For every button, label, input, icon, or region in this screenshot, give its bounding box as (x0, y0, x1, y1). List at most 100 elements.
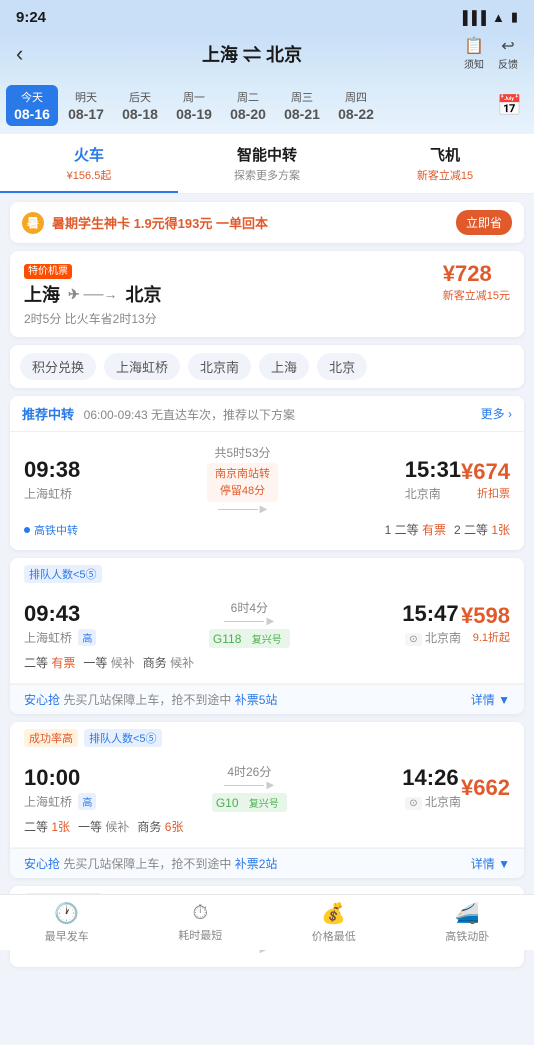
nav-label-3: 高铁动卧 (445, 928, 489, 944)
date-tab-3[interactable]: 周一 08-19 (168, 85, 220, 126)
transfer-main-row: 09:38 上海虹桥 共5时53分 南京南站转停留48分 ▶ 15:31 北京南 (24, 444, 510, 515)
flight-deal-card[interactable]: 特价机票 上海 ✈ ──→ 北京 2时5分 比火车省2时13分 ¥728 新客立… (10, 251, 524, 337)
ticket-2: 2 二等 1张 (454, 521, 510, 538)
filter-chip-2[interactable]: 北京南 (188, 353, 251, 380)
date-tab-2[interactable]: 后天 08-18 (114, 85, 166, 126)
transfer-depart-station: 上海虹桥 (24, 485, 80, 502)
anxin-link-1: 补票5站 (235, 693, 278, 707)
promo-icon: 暑 (22, 212, 44, 234)
date-label-0: 08-16 (14, 106, 50, 122)
transfer-ticket-info: 1 二等 有票 2 二等 1张 (385, 521, 510, 538)
ticket-2-2-avail: 候补 (105, 820, 129, 834)
tab-transfer[interactable]: 智能中转 探索更多方案 (178, 134, 356, 193)
date-tab-6[interactable]: 周四 08-22 (330, 85, 382, 126)
date-label-5: 08-21 (284, 106, 320, 122)
promo-highlight: 一单回本 (216, 216, 268, 231)
time-range: 06:00-09:43 无直达车次，推荐以下方案 (84, 408, 295, 422)
calendar-button[interactable]: 📅 (491, 89, 528, 122)
date-tab-1[interactable]: 明天 08-17 (60, 85, 112, 126)
header-actions: 📋 须知 ↩ 反馈 (458, 36, 518, 71)
anxin-detail-2[interactable]: 详情 ▼ (471, 855, 510, 872)
anxin-row-2: 安心抢 先买几站保障上车，抢不到途中 补票2站 详情 ▼ (10, 848, 524, 878)
train-card-2[interactable]: 10:00 上海虹桥 高 4时26分 ▶ G10 复兴号 (10, 751, 524, 848)
filter-chip-0[interactable]: 积分兑换 (20, 353, 96, 380)
train-main-row-1: 09:43 上海虹桥 高 6时4分 ▶ G118 复兴号 (24, 599, 510, 648)
date-label-1: 08-17 (68, 106, 104, 122)
transfer-card[interactable]: 09:38 上海虹桥 共5时53分 南京南站转停留48分 ▶ 15:31 北京南 (10, 432, 524, 550)
train-depart-time-2: 10:00 (24, 765, 96, 791)
nav-item-3[interactable]: 🚄 高铁动卧 (401, 895, 534, 950)
rank-tag-2a: 成功率高 (24, 729, 78, 747)
nav-item-2[interactable]: 💰 价格最低 (267, 895, 401, 950)
anxin-detail-1[interactable]: 详情 ▼ (471, 691, 510, 708)
type-tag-label: 高铁中转 (34, 522, 78, 538)
anxin-desc-1: 先买几站保障上车，抢不到途中 (63, 693, 231, 707)
rank-tag-1: 排队人数<5⑤ (24, 565, 102, 583)
date-tab-5[interactable]: 周三 08-21 (276, 85, 328, 126)
anxin-desc-2: 先买几站保障上车，抢不到途中 (63, 857, 231, 871)
wifi-icon: ▲ (492, 10, 505, 25)
train-arrow-1: ▶ (224, 616, 274, 627)
filter-chip-1[interactable]: 上海虹桥 (104, 353, 180, 380)
anxin-label-2: 安心抢 (24, 857, 60, 871)
transfer-price-block: ¥674 折扣票 (461, 459, 510, 501)
promo-banner[interactable]: 暑 暑期学生神卡 1.9元得193元 一单回本 立即省 (10, 202, 524, 243)
date-label-2: 08-18 (122, 106, 158, 122)
transfer-arrive: 15:31 北京南 (405, 457, 461, 502)
day-label-2: 后天 (129, 89, 151, 105)
date-tab-0[interactable]: 今天 08-16 (6, 85, 58, 126)
date-tab-4[interactable]: 周二 08-20 (222, 85, 274, 126)
promo-text: 暑期学生神卡 1.9元得193元 一单回本 (52, 213, 448, 232)
feedback-label: 反馈 (498, 56, 518, 71)
train-price-block-2: ¥662 (461, 775, 510, 801)
train-arrive-1: 15:47 ⊙ 北京南 (402, 601, 461, 646)
flight-deal-route: 上海 ✈ ──→ 北京 (24, 281, 161, 307)
day-label-0: 今天 (21, 89, 43, 105)
transfer-detail: 南京南站转停留48分 (207, 463, 278, 502)
rank-label-1: 排队人数<5⑤ (10, 558, 524, 587)
filter-chip-4[interactable]: 北京 (317, 353, 367, 380)
more-button[interactable]: 更多 › (481, 405, 512, 422)
arrive-tag-icon-1: ⊙ (405, 633, 421, 646)
train-price-block-1: ¥598 9.1折起 (461, 603, 510, 645)
section-header-transfer: 推荐中转 06:00-09:43 无直达车次，推荐以下方案 更多 › (10, 396, 524, 432)
arrive-tag-icon-2: ⊙ (405, 797, 421, 810)
train-line-1 (224, 621, 264, 622)
rank-tag-2b: 排队人数<5⑤ (84, 729, 162, 747)
subscribe-button[interactable]: 📋 须知 (464, 36, 484, 71)
date-label-4: 08-20 (230, 106, 266, 122)
ticket-2-avail: 1张 (491, 523, 510, 537)
transfer-type-tag: 高铁中转 (24, 522, 78, 538)
nav-label-0: 最早发车 (45, 928, 89, 944)
nav-item-1[interactable]: ⏱ 耗时最短 (134, 895, 268, 950)
transfer-depart-time: 09:38 (24, 457, 80, 483)
transfer-arrive-time: 15:31 (405, 457, 461, 483)
filter-chips: 积分兑换 上海虹桥 北京南 上海 北京 (10, 345, 524, 388)
ticket-2-3: 商务 6张 (137, 818, 183, 835)
train-tag-1: 复兴号 (248, 630, 286, 647)
nav-item-0[interactable]: 🕐 最早发车 (0, 895, 134, 950)
train-depart-1: 09:43 上海虹桥 高 (24, 601, 96, 646)
tab-flight[interactable]: 飞机 新客立减15 (356, 134, 534, 193)
depart-tag-1: 高 (78, 629, 96, 646)
ticket-2-2: 一等 候补 (78, 818, 129, 835)
promo-button[interactable]: 立即省 (456, 210, 512, 235)
flight-deal-price-sub: 新客立减15元 (443, 287, 510, 303)
anxin-label-1: 安心抢 (24, 693, 60, 707)
tab-flight-sub: 新客立减15 (417, 167, 473, 183)
ticket-info-1: 二等 有票 一等 候补 商务 候补 (24, 654, 194, 671)
train-card-1[interactable]: 09:43 上海虹桥 高 6时4分 ▶ G118 复兴号 (10, 587, 524, 684)
transfer-center: 共5时53分 南京南站转停留48分 ▶ (80, 444, 404, 515)
back-button[interactable]: ‹ (16, 41, 46, 67)
status-icons: ▐▐▐ ▲ ▮ (458, 9, 518, 25)
tab-train[interactable]: 火车 ¥156.5起 (0, 134, 178, 193)
flight-arrow-icon: ✈ ──→ (68, 286, 117, 303)
train-price-sub-1: 9.1折起 (461, 629, 510, 645)
subscribe-label: 须知 (464, 56, 484, 71)
train-number-2: G10 复兴号 (212, 793, 287, 812)
recommend-transfer-title: 推荐中转 (22, 407, 74, 422)
tab-flight-name: 飞机 (430, 144, 460, 165)
filter-chip-3[interactable]: 上海 (259, 353, 309, 380)
nav-icon-2: 💰 (321, 901, 346, 926)
feedback-button[interactable]: ↩ 反馈 (498, 36, 518, 71)
